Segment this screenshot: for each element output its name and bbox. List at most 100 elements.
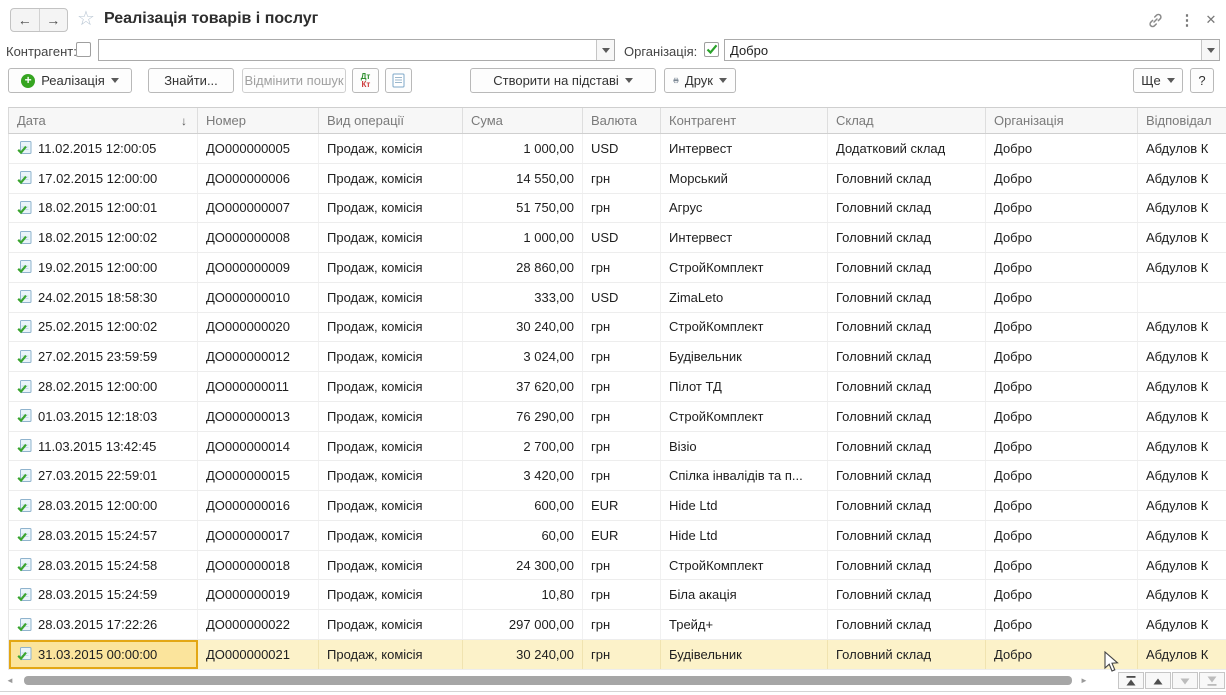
document-register-button[interactable]: [385, 68, 412, 93]
table-row[interactable]: 19.02.2015 12:00:00ДО000000009Продаж, ко…: [8, 253, 1226, 283]
cell-responsible[interactable]: Абдулов К: [1138, 461, 1226, 490]
cell-warehouse[interactable]: Головний склад: [828, 372, 986, 401]
cell-responsible[interactable]: Абдулов К: [1138, 640, 1226, 669]
table-row[interactable]: 11.03.2015 13:42:45ДО000000014Продаж, ко…: [8, 432, 1226, 462]
cell-currency[interactable]: грн: [583, 640, 661, 669]
horizontal-scrollbar[interactable]: ◄ ►: [0, 672, 1226, 690]
cell-counterparty[interactable]: Візіо: [661, 432, 828, 461]
link-icon[interactable]: [1146, 11, 1164, 29]
cell-organization[interactable]: Добро: [986, 313, 1138, 342]
go-to-top-button[interactable]: [1118, 672, 1144, 689]
cell-date[interactable]: 17.02.2015 12:00:00: [9, 164, 198, 193]
cell-warehouse[interactable]: Головний склад: [828, 640, 986, 669]
cell-currency[interactable]: грн: [583, 610, 661, 639]
cell-currency[interactable]: грн: [583, 432, 661, 461]
table-row[interactable]: 01.03.2015 12:18:03ДО000000013Продаж, ко…: [8, 402, 1226, 432]
cell-organization[interactable]: Добро: [986, 283, 1138, 312]
create-realization-button[interactable]: + Реалізація: [8, 68, 132, 93]
cell-amount[interactable]: 51 750,00: [463, 194, 583, 223]
column-header-counterparty[interactable]: Контрагент: [661, 108, 828, 133]
cell-organization[interactable]: Добро: [986, 223, 1138, 252]
find-button[interactable]: Знайти...: [148, 68, 234, 93]
cell-amount[interactable]: 60,00: [463, 521, 583, 550]
cell-responsible[interactable]: Абдулов К: [1138, 253, 1226, 282]
cell-date[interactable]: 27.03.2015 22:59:01: [9, 461, 198, 490]
cell-warehouse[interactable]: Головний склад: [828, 194, 986, 223]
cell-counterparty[interactable]: Трейд+: [661, 610, 828, 639]
cell-amount[interactable]: 333,00: [463, 283, 583, 312]
cell-amount[interactable]: 30 240,00: [463, 640, 583, 669]
cell-organization[interactable]: Добро: [986, 253, 1138, 282]
cell-amount[interactable]: 1 000,00: [463, 134, 583, 163]
cell-amount[interactable]: 297 000,00: [463, 610, 583, 639]
cell-number[interactable]: ДО000000011: [198, 372, 319, 401]
cell-number[interactable]: ДО000000008: [198, 223, 319, 252]
cell-date[interactable]: 28.03.2015 15:24:58: [9, 551, 198, 580]
cell-operation-type[interactable]: Продаж, комісія: [319, 580, 463, 609]
column-header-organization[interactable]: Організація: [986, 108, 1138, 133]
cell-number[interactable]: ДО000000006: [198, 164, 319, 193]
cell-operation-type[interactable]: Продаж, комісія: [319, 610, 463, 639]
cell-counterparty[interactable]: СтройКомплект: [661, 402, 828, 431]
cell-warehouse[interactable]: Головний склад: [828, 461, 986, 490]
cell-organization[interactable]: Добро: [986, 432, 1138, 461]
cell-number[interactable]: ДО000000012: [198, 342, 319, 371]
cell-date[interactable]: 28.02.2015 12:00:00: [9, 372, 198, 401]
show-postings-button[interactable]: Дт Кт: [352, 68, 379, 93]
cell-operation-type[interactable]: Продаж, комісія: [319, 432, 463, 461]
cell-organization[interactable]: Добро: [986, 610, 1138, 639]
cell-counterparty[interactable]: Агрус: [661, 194, 828, 223]
cell-amount[interactable]: 3 024,00: [463, 342, 583, 371]
cell-amount[interactable]: 10,80: [463, 580, 583, 609]
cell-organization[interactable]: Добро: [986, 491, 1138, 520]
help-button[interactable]: ?: [1190, 68, 1214, 93]
cell-date[interactable]: 01.03.2015 12:18:03: [9, 402, 198, 431]
table-row[interactable]: 31.03.2015 00:00:00ДО000000021Продаж, ко…: [8, 640, 1226, 670]
cell-currency[interactable]: USD: [583, 223, 661, 252]
cell-date[interactable]: 11.02.2015 12:00:05: [9, 134, 198, 163]
cell-currency[interactable]: грн: [583, 164, 661, 193]
counterparty-checkbox[interactable]: [76, 42, 91, 57]
cell-organization[interactable]: Добро: [986, 402, 1138, 431]
counterparty-input[interactable]: [98, 39, 615, 61]
cell-counterparty[interactable]: Морський: [661, 164, 828, 193]
cell-warehouse[interactable]: Головний склад: [828, 283, 986, 312]
cell-date[interactable]: 24.02.2015 18:58:30: [9, 283, 198, 312]
cell-number[interactable]: ДО000000013: [198, 402, 319, 431]
cell-number[interactable]: ДО000000017: [198, 521, 319, 550]
cell-organization[interactable]: Добро: [986, 580, 1138, 609]
cell-number[interactable]: ДО000000009: [198, 253, 319, 282]
cell-responsible[interactable]: Абдулов К: [1138, 342, 1226, 371]
cell-date[interactable]: 28.03.2015 17:22:26: [9, 610, 198, 639]
cell-currency[interactable]: грн: [583, 580, 661, 609]
cell-date[interactable]: 25.02.2015 12:00:02: [9, 313, 198, 342]
cell-warehouse[interactable]: Головний склад: [828, 342, 986, 371]
more-button[interactable]: Ще: [1133, 68, 1183, 93]
cell-warehouse[interactable]: Головний склад: [828, 432, 986, 461]
cell-responsible[interactable]: Абдулов К: [1138, 551, 1226, 580]
table-row[interactable]: 28.03.2015 15:24:58ДО000000018Продаж, ко…: [8, 551, 1226, 581]
column-header-date[interactable]: Дата↓: [9, 108, 198, 133]
cell-operation-type[interactable]: Продаж, комісія: [319, 283, 463, 312]
cell-counterparty[interactable]: Hide Ltd: [661, 491, 828, 520]
cell-number[interactable]: ДО000000019: [198, 580, 319, 609]
cell-currency[interactable]: USD: [583, 134, 661, 163]
cell-amount[interactable]: 3 420,00: [463, 461, 583, 490]
cell-responsible[interactable]: Абдулов К: [1138, 610, 1226, 639]
cell-amount[interactable]: 28 860,00: [463, 253, 583, 282]
cell-date[interactable]: 31.03.2015 00:00:00: [9, 640, 198, 669]
cell-amount[interactable]: 76 290,00: [463, 402, 583, 431]
table-row[interactable]: 25.02.2015 12:00:02ДО000000020Продаж, ко…: [8, 313, 1226, 343]
cell-currency[interactable]: грн: [583, 194, 661, 223]
table-row[interactable]: 28.03.2015 15:24:57ДО000000017Продаж, ко…: [8, 521, 1226, 551]
scroll-right-icon[interactable]: ►: [1080, 676, 1088, 685]
table-row[interactable]: 28.03.2015 17:22:26ДО000000022Продаж, ко…: [8, 610, 1226, 640]
cell-date[interactable]: 28.03.2015 15:24:59: [9, 580, 198, 609]
cell-operation-type[interactable]: Продаж, комісія: [319, 194, 463, 223]
cell-operation-type[interactable]: Продаж, комісія: [319, 372, 463, 401]
cell-organization[interactable]: Добро: [986, 461, 1138, 490]
cell-responsible[interactable]: Абдулов К: [1138, 491, 1226, 520]
cell-currency[interactable]: грн: [583, 342, 661, 371]
table-row[interactable]: 11.02.2015 12:00:05ДО000000005Продаж, ко…: [8, 134, 1226, 164]
cell-organization[interactable]: Добро: [986, 164, 1138, 193]
